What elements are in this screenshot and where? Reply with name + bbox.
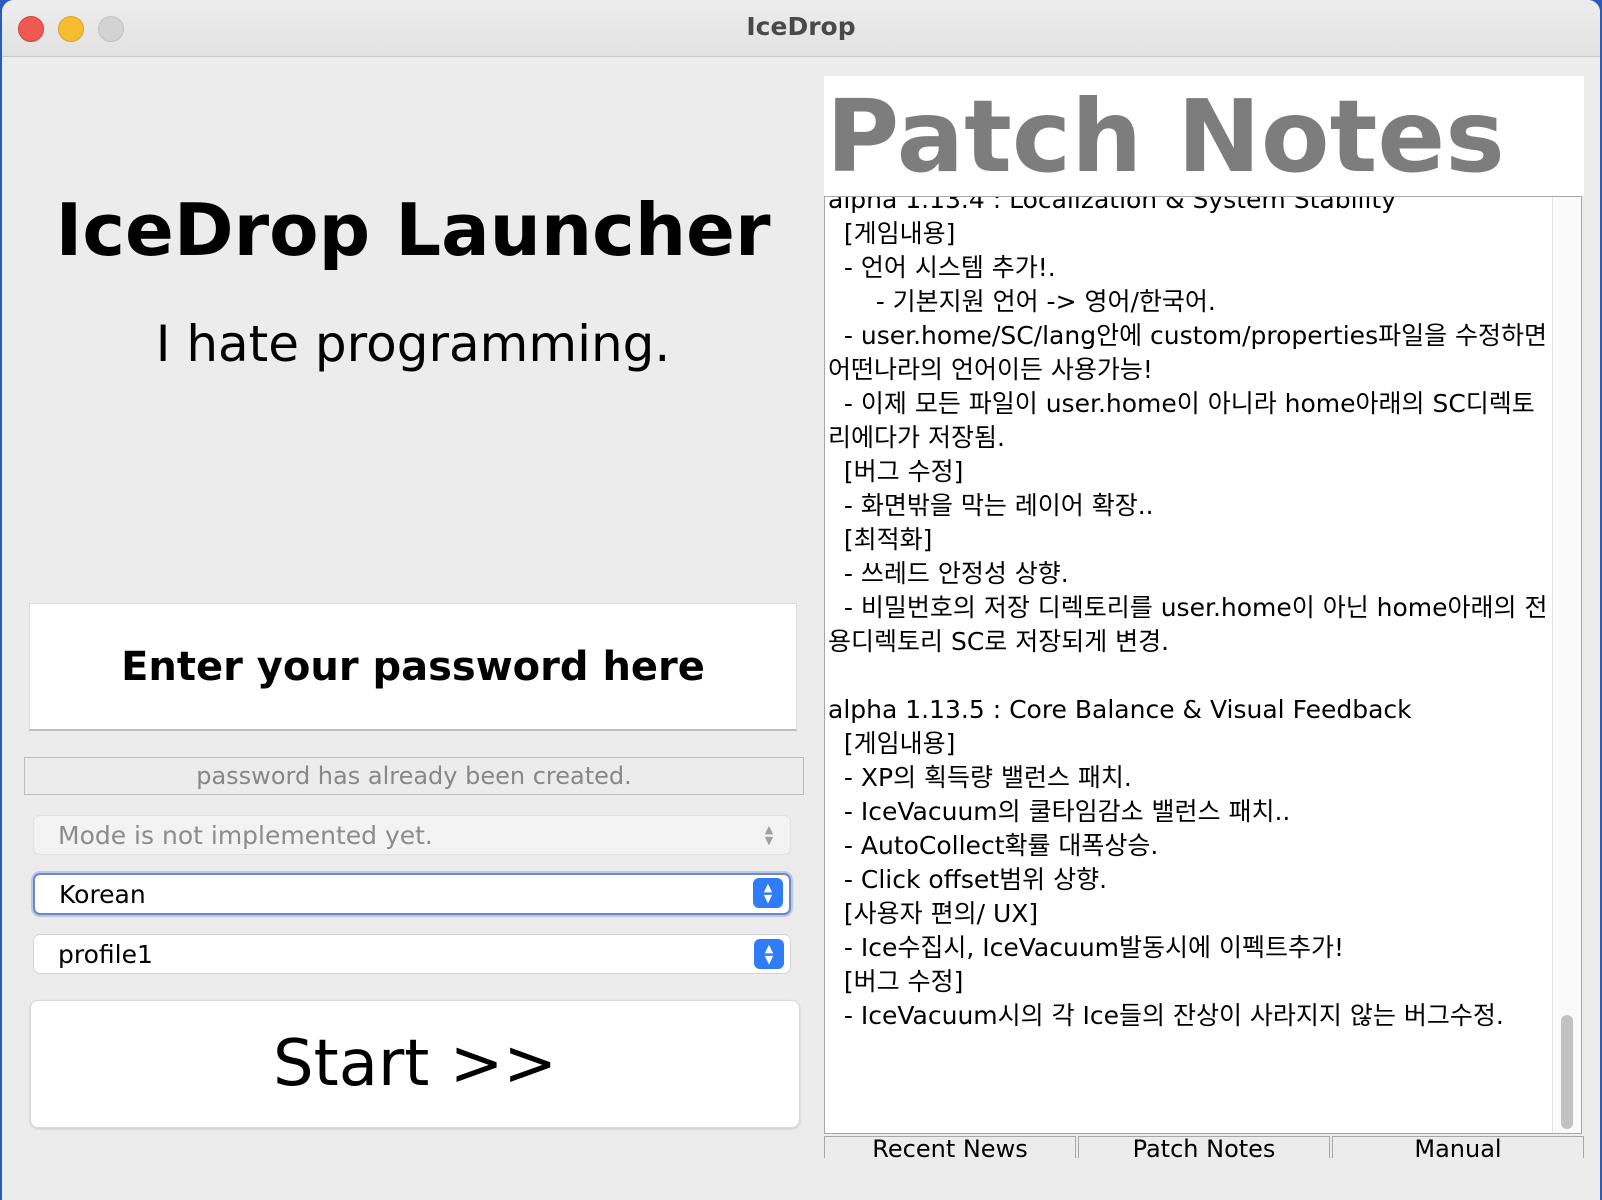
patch-notes-textarea[interactable]: alpha 1.13.4 : Localization & System Sta…	[824, 196, 1582, 1134]
language-select[interactable]: Korean ▲ ▼	[33, 873, 791, 915]
launcher-subtitle: I hate programming.	[155, 315, 671, 373]
up-down-chevron-icon: ▲ ▼	[753, 878, 783, 908]
language-select-value: Korean	[59, 879, 146, 909]
mode-select: Mode is not implemented yet. ▲ ▼	[33, 815, 791, 855]
mode-select-value: Mode is not implemented yet.	[58, 820, 433, 850]
tab-patch-notes[interactable]: Patch Notes	[1078, 1136, 1330, 1158]
patch-notes-header: Patch Notes	[824, 76, 1584, 196]
patch-notes-content: alpha 1.13.4 : Localization & System Sta…	[828, 196, 1548, 1030]
patch-notes-heading: Patch Notes	[826, 78, 1505, 195]
scroll-thumb[interactable]	[1561, 1015, 1573, 1129]
bottom-tab-bar: Recent News Patch Notes Manual	[824, 1136, 1584, 1158]
up-down-chevron-icon: ▲ ▼	[764, 823, 774, 847]
patch-notes-scrollbar[interactable]	[1552, 197, 1581, 1133]
launcher-title: IceDrop Launcher	[55, 188, 771, 272]
profile-select[interactable]: profile1 ▲ ▼	[33, 934, 791, 974]
start-button[interactable]: Start >>	[30, 1000, 800, 1128]
up-down-chevron-icon: ▲ ▼	[754, 939, 784, 969]
password-status-field: password has already been created.	[24, 757, 804, 795]
tab-recent-news[interactable]: Recent News	[824, 1136, 1076, 1158]
tab-manual[interactable]: Manual	[1332, 1136, 1584, 1158]
profile-select-value: profile1	[58, 939, 153, 969]
window-title: IceDrop	[746, 12, 856, 41]
title-bar: IceDrop	[2, 0, 1600, 57]
password-input[interactable]: Enter your password here	[29, 603, 797, 731]
app-window: IceDrop IceDrop Launcher I hate programm…	[2, 0, 1600, 1200]
